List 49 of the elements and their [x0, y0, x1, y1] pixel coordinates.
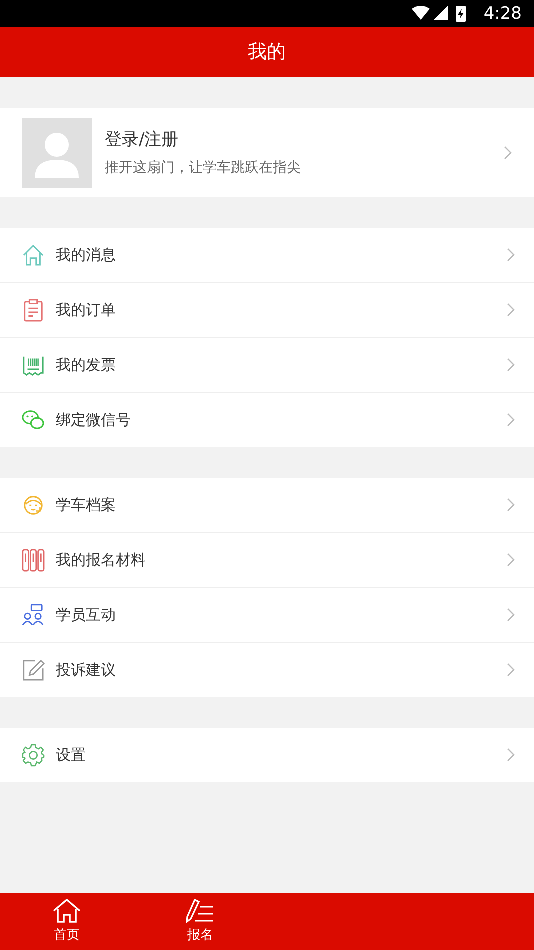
chevron-icon [507, 248, 515, 262]
house-icon [22, 244, 45, 266]
login-link[interactable]: 登录/注册 [105, 128, 491, 151]
page-title: 我的 [248, 40, 286, 65]
menu-label: 我的消息 [56, 246, 117, 264]
house-icon [52, 899, 81, 923]
chevron-icon [507, 663, 515, 677]
menu-label: 学员互动 [56, 606, 117, 624]
chat-bubbles-icon [22, 408, 45, 432]
menu-item[interactable]: 我的消息 [0, 228, 534, 283]
chevron-icon [507, 303, 515, 317]
menu-item[interactable]: 投诉建议 [0, 643, 534, 697]
menu-item[interactable]: 设置 [0, 728, 534, 782]
menu-label: 我的报名材料 [56, 550, 147, 570]
binders-icon [22, 548, 45, 572]
chevron-icon [507, 553, 515, 567]
chevron-icon [504, 146, 512, 160]
signal-icon [434, 6, 448, 20]
menu-item[interactable]: 我的报名材料 [0, 533, 534, 588]
menu-label: 设置 [56, 746, 87, 764]
menu-item[interactable]: 我的发票 [0, 338, 534, 393]
menu-label: 投诉建议 [56, 660, 117, 680]
menu-item[interactable]: 绑定微信号 [0, 393, 534, 447]
profile-row[interactable]: 登录/注册 推开这扇门，让学车跳跃在指尖 [0, 108, 534, 197]
chevron-icon [507, 608, 515, 622]
nav-tab[interactable]: 报名 [134, 893, 267, 950]
profile-subtitle: 推开这扇门，让学车跳跃在指尖 [105, 159, 302, 177]
people-chat-icon [22, 604, 45, 626]
menu-label: 我的发票 [56, 356, 117, 374]
avatar-icon [22, 118, 92, 188]
chevron-icon [507, 498, 515, 512]
pen-list-icon [186, 899, 214, 923]
wifi-icon [412, 6, 430, 20]
settings-icon [22, 744, 45, 766]
chevron-icon [507, 748, 515, 762]
status-time: 4:28 [484, 4, 522, 24]
chevron-icon [507, 358, 515, 372]
menu-label: 我的订单 [56, 300, 117, 320]
chevron-icon [507, 413, 515, 427]
headset-person-icon [22, 494, 45, 516]
nav-tab[interactable]: 首页 [0, 893, 134, 950]
menu-item[interactable]: 我的订单 [0, 283, 534, 338]
battery-icon [456, 6, 466, 22]
menu-label: 绑定微信号 [56, 410, 132, 430]
menu-item[interactable]: 学员互动 [0, 588, 534, 643]
menu-label: 学车档案 [56, 496, 117, 514]
menu-item[interactable]: 学车档案 [0, 478, 534, 533]
edit-icon [22, 658, 45, 682]
clipboard-icon [22, 298, 45, 322]
